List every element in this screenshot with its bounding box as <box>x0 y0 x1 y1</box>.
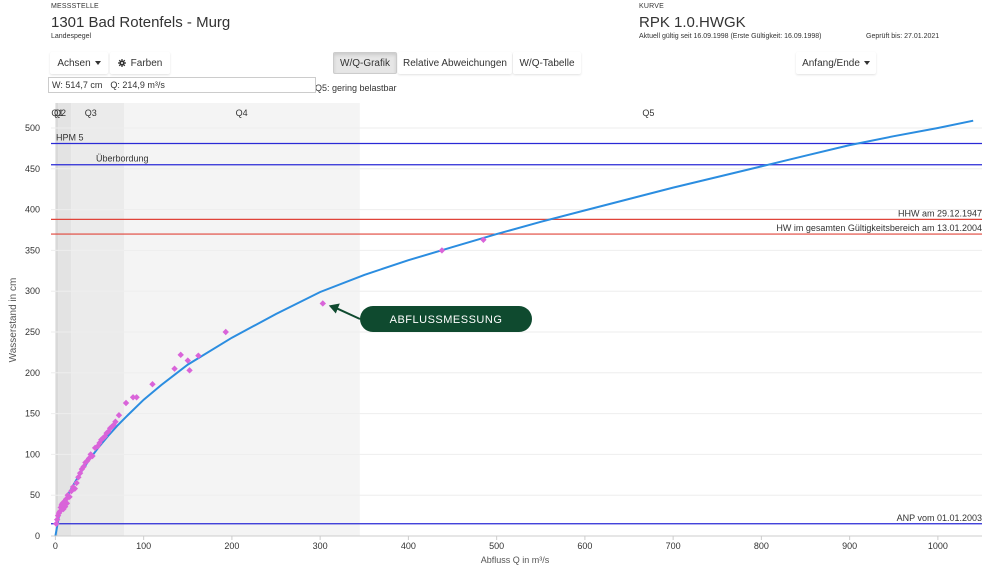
x-tick-label: 1000 <box>928 541 948 551</box>
x-tick-label: 200 <box>224 541 239 551</box>
y-tick-label: 200 <box>25 368 40 378</box>
x-tick-label: 700 <box>666 541 681 551</box>
zone-label-q2: Q2 <box>54 108 66 118</box>
y-tick-label: 300 <box>25 286 40 296</box>
y-tick-label: 500 <box>25 123 40 133</box>
y-tick-label: 50 <box>30 490 40 500</box>
y-tick-label: 400 <box>25 205 40 215</box>
zone-label-q5: Q5 <box>642 108 654 118</box>
y-tick-label: 100 <box>25 449 40 459</box>
reference-line-label: HPM 5 <box>56 133 84 143</box>
zone-q2 <box>58 103 72 536</box>
y-tick-label: 450 <box>25 164 40 174</box>
x-tick-label: 800 <box>754 541 769 551</box>
reference-line-label: HHW am 29.12.1947 <box>898 208 982 218</box>
reference-line-label: ANP vom 01.01.2003 <box>897 513 982 523</box>
x-tick-label: 500 <box>489 541 504 551</box>
x-tick-label: 100 <box>136 541 151 551</box>
x-tick-label: 900 <box>842 541 857 551</box>
zone-q4 <box>124 103 360 536</box>
reference-line-label: Überbordung <box>96 154 149 164</box>
x-tick-label: 0 <box>53 541 58 551</box>
y-tick-label: 250 <box>25 327 40 337</box>
y-tick-label: 350 <box>25 245 40 255</box>
zone-label-q4: Q4 <box>236 108 248 118</box>
y-axis-label: Wasserstand in cm <box>8 278 19 363</box>
zone-label-q3: Q3 <box>85 108 97 118</box>
zone-note: Q5: gering belastbar <box>315 83 397 93</box>
readout-w: W: 514,7 cm <box>52 80 103 90</box>
annotation-label: ABFLUSSMESSUNG <box>390 314 503 326</box>
reference-line-label: HW im gesamten Gültigkeitsbereich am 13.… <box>776 223 982 233</box>
zone-q1 <box>55 103 59 536</box>
x-axis-label: Abfluss Q in m³/s <box>481 555 550 565</box>
readout-q: Q: 214,9 m³/s <box>110 80 165 90</box>
y-tick-label: 150 <box>25 409 40 419</box>
x-tick-label: 400 <box>401 541 416 551</box>
x-tick-label: 600 <box>577 541 592 551</box>
y-tick-label: 0 <box>35 531 40 541</box>
x-tick-label: 300 <box>313 541 328 551</box>
cursor-readout: W: 514,7 cm Q: 214,9 m³/s <box>48 77 316 93</box>
